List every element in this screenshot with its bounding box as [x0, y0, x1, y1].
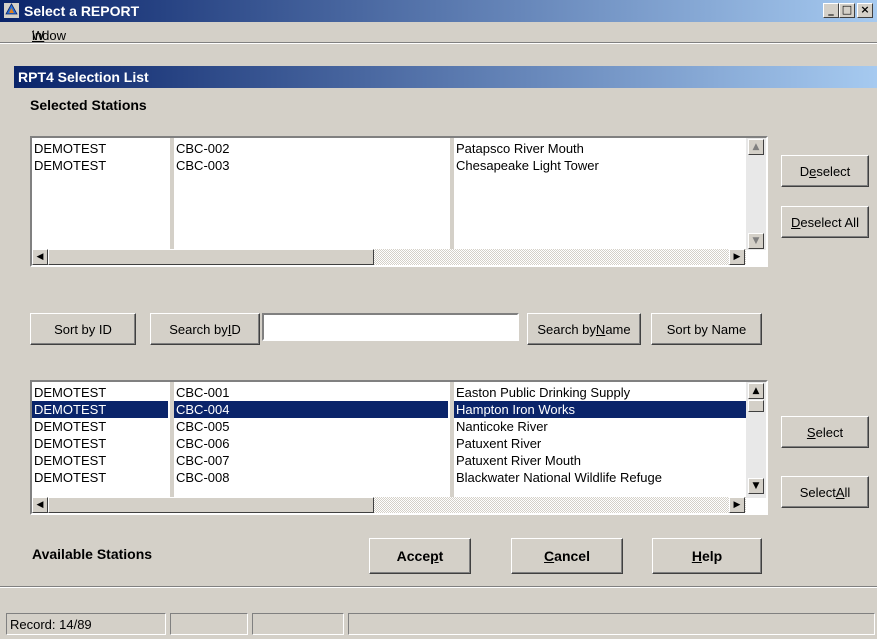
cell-owner: DEMOTEST	[34, 419, 107, 434]
vertical-scroll-thumb[interactable]	[748, 400, 764, 412]
status-separator	[0, 586, 877, 588]
cell-id: CBC-004	[174, 401, 448, 418]
maximize-button[interactable]: □	[839, 3, 855, 18]
menu-bar: Window	[32, 28, 66, 43]
cell-id: CBC-006	[176, 436, 230, 451]
cancel-button[interactable]: Cancel	[511, 538, 623, 574]
panel-title: RPT4 Selection List	[14, 66, 877, 88]
scroll-right-icon[interactable]: ▶	[729, 249, 745, 265]
vertical-scrollbar[interactable]: ▲ ▼	[746, 138, 766, 250]
sort-by-name-button[interactable]: Sort by Name	[651, 313, 762, 345]
minimize-button[interactable]: _	[823, 3, 839, 18]
search-by-name-button[interactable]: Search by Name	[527, 313, 641, 345]
title-bar[interactable]: Select a REPORT _ □ ×	[0, 0, 877, 22]
cell-id: CBC-008	[176, 470, 230, 485]
cell-owner: DEMOTEST	[34, 470, 107, 485]
status-cell	[170, 613, 248, 635]
cell-name: Chesapeake Light Tower	[456, 158, 599, 173]
table-row[interactable]: DEMOTEST CBC-008 Blackwater National Wildl…	[32, 469, 746, 486]
cell-name: Patapsco River Mouth	[456, 141, 584, 156]
search-by-id-button[interactable]: Search by ID	[150, 313, 260, 345]
window-title: Select a REPORT	[24, 3, 140, 19]
cell-name: Easton Public Drinking Supply	[456, 385, 631, 400]
horizontal-scroll-thumb[interactable]	[48, 497, 374, 513]
cell-id: CBC-001	[176, 385, 230, 400]
select-all-button[interactable]: Select All	[781, 476, 869, 508]
available-stations-list[interactable]: DEMOTEST CBC-001 Easton Public Drinking Su…	[30, 380, 768, 515]
scroll-down-icon[interactable]: ▼	[748, 233, 764, 249]
cell-name: Nanticoke River	[456, 419, 548, 434]
cell-owner: DEMOTEST	[34, 385, 107, 400]
app-icon	[4, 3, 19, 18]
cell-id: CBC-002	[176, 141, 230, 156]
table-row[interactable]: DEMOTEST CBC-001 Easton Public Drinking Su…	[32, 384, 746, 401]
select-button[interactable]: Select	[781, 416, 869, 448]
cell-id: CBC-003	[176, 158, 230, 173]
cell-name: Blackwater National Wildlife Refuge	[456, 470, 662, 485]
menu-separator	[0, 42, 877, 44]
accept-button[interactable]: Acce p t	[369, 538, 471, 574]
cell-owner: DEMOTEST	[34, 453, 107, 468]
cell-id: CBC-005	[176, 419, 230, 434]
deselect-all-button[interactable]: Deselect All	[781, 206, 869, 238]
scroll-left-icon[interactable]: ◀	[32, 249, 48, 265]
cell-id: CBC-007	[176, 453, 230, 468]
scroll-up-icon[interactable]: ▲	[748, 139, 764, 155]
scroll-up-icon[interactable]: ▲	[748, 383, 764, 399]
scroll-right-icon[interactable]: ▶	[729, 497, 745, 513]
scroll-left-icon[interactable]: ◀	[32, 497, 48, 513]
cell-owner: DEMOTEST	[34, 158, 107, 173]
selected-stations-list[interactable]: DEMOTEST CBC-002 Patapsco River Mouth DEMOT…	[30, 136, 768, 267]
cell-owner: DEMOTEST	[32, 401, 168, 418]
deselect-button[interactable]: De select	[781, 155, 869, 187]
selected-stations-label: Selected Stations	[30, 97, 147, 113]
vertical-scrollbar[interactable]: ▲ ▼	[746, 382, 766, 498]
scroll-down-icon[interactable]: ▼	[748, 478, 764, 494]
close-button[interactable]: ×	[857, 3, 873, 18]
cell-name: Hampton Iron Works	[454, 401, 746, 418]
help-button[interactable]: Help	[652, 538, 762, 574]
table-row[interactable]: DEMOTEST CBC-007 Patuxent River Mouth	[32, 452, 746, 469]
sort-by-id-button[interactable]: Sort by ID	[30, 313, 136, 345]
status-cell	[252, 613, 344, 635]
horizontal-scroll-thumb[interactable]	[48, 249, 374, 265]
table-row[interactable]: DEMOTEST CBC-003 Chesapeake Light Tower	[32, 157, 746, 174]
table-row[interactable]: DEMOTEST CBC-004 Hampton Iron Works	[32, 401, 746, 418]
cell-owner: DEMOTEST	[34, 436, 107, 451]
record-counter: Record: 14/89	[6, 613, 166, 635]
table-row[interactable]: DEMOTEST CBC-006 Patuxent River	[32, 435, 746, 452]
cell-name: Patuxent River Mouth	[456, 453, 582, 468]
table-row[interactable]: DEMOTEST CBC-002 Patapsco River Mouth	[32, 140, 746, 157]
status-bar: Record: 14/89	[0, 610, 877, 639]
status-cell	[348, 613, 875, 635]
search-input[interactable]	[262, 313, 519, 341]
table-row[interactable]: DEMOTEST CBC-005 Nanticoke River	[32, 418, 746, 435]
available-stations-label: Available Stations	[32, 546, 153, 562]
cell-owner: DEMOTEST	[34, 141, 107, 156]
cell-name: Patuxent River	[456, 436, 542, 451]
